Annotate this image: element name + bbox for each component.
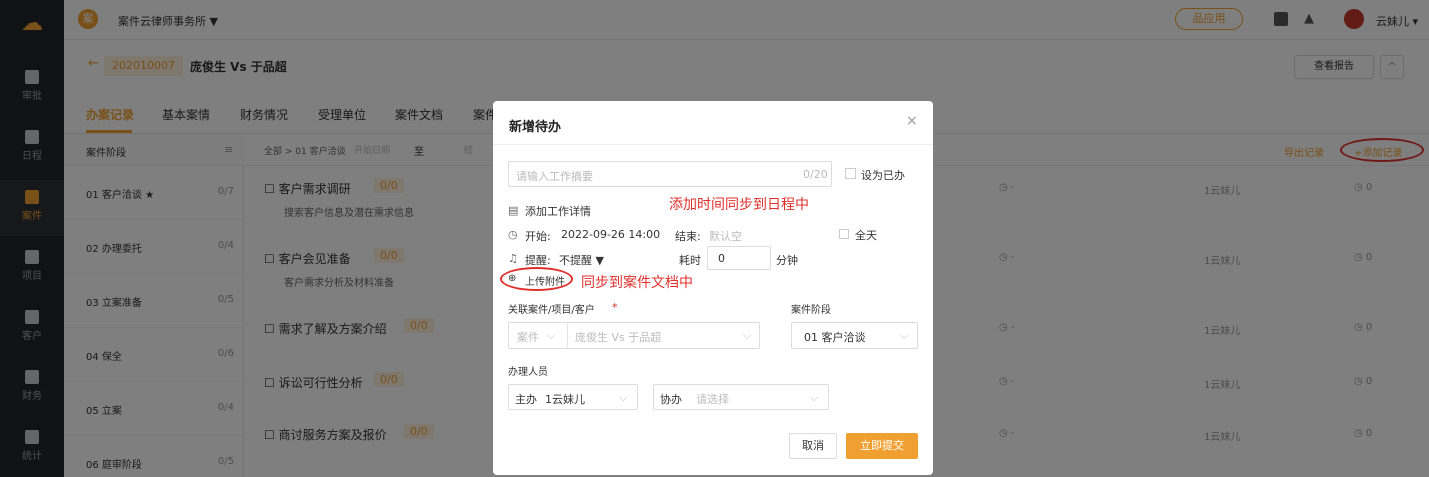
upload-attachment-link[interactable]: 上传附件 [525,273,565,288]
assist-handler-select[interactable]: 协办 请选择 ⌵ [653,384,829,410]
dialog-title: 新增待办 [509,120,562,135]
divider [493,144,933,145]
summary-input[interactable]: 请输入工作摘要 0/20 [508,161,832,187]
main-handler-select[interactable]: 主办 1云妹儿 ⌵ [508,384,638,410]
annotation-doc-note: 同步到案件文档中 [581,275,693,291]
cancel-button[interactable]: 取消 [789,433,837,459]
all-day-checkbox[interactable] [839,229,849,239]
upload-icon: ⊕ [508,273,517,284]
duration-unit: 分钟 [776,254,798,267]
end-time-field[interactable]: 默认空 [709,228,742,244]
chevron-down-icon: ⌵ [547,329,556,342]
document-icon: ▤ [508,204,519,217]
new-todo-dialog: 新增待办 × 请输入工作摘要 0/20 设为已办 ▤ 添加工作详情 添加时间同步… [493,101,933,475]
annotation-schedule-note: 添加时间同步到日程中 [669,197,809,213]
chevron-down-icon: ⌵ [619,391,628,404]
all-day-label: 全天 [855,229,877,242]
related-label: 关联案件/项目/客户 [508,305,595,316]
duration-label: 耗时 [679,254,701,267]
mark-done-checkbox[interactable] [845,168,856,179]
remind-select[interactable]: 不提醒 ▼ [559,252,604,268]
handler-label: 办理人员 [508,367,548,378]
start-label: 开始: [525,230,551,243]
end-label: 结束: [675,230,701,243]
start-time-field[interactable]: 2022-09-26 14:00 [561,228,660,241]
chevron-down-icon: ⌵ [810,391,819,404]
add-detail-link[interactable]: 添加工作详情 [525,203,591,219]
mark-done-label: 设为已办 [861,169,905,182]
clock-icon: ◷ [508,228,518,241]
related-select[interactable]: 案件 ⌵ 庞俊生 Vs 于品超 ⌵ [508,322,760,349]
remind-label: 提醒: [525,254,551,267]
required-mark: * [612,301,618,314]
duration-input[interactable]: 0 [707,246,771,270]
bell-icon: ♫ [508,252,518,265]
stage-select[interactable]: 01 客户洽谈 ⌵ [791,322,918,349]
submit-button[interactable]: 立即提交 [846,433,918,459]
stage-label: 案件阶段 [791,305,831,316]
close-icon[interactable]: × [906,113,918,129]
chevron-down-icon: ⌵ [900,329,909,342]
chevron-down-icon: ⌵ [743,329,752,342]
